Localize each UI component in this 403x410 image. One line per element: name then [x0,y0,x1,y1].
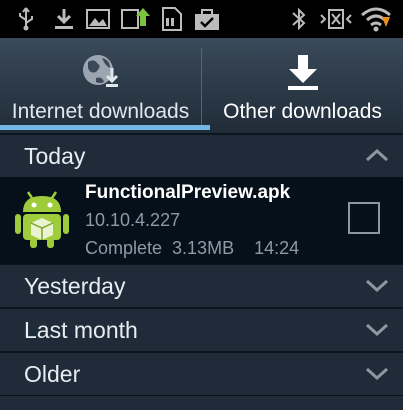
group-today[interactable]: Today [0,135,403,178]
download-icon [286,52,320,92]
chevron-down-icon [365,321,389,342]
chevron-down-icon [365,277,389,298]
wifi-icon [358,0,394,38]
bag-check-icon [192,0,222,38]
group-last-month[interactable]: Last month [0,309,403,352]
group-yesterday-label: Yesterday [24,272,126,299]
image-icon [84,0,112,38]
group-older-label: Older [24,360,81,387]
download-notification-icon [52,0,76,38]
vibrate-icon [318,0,354,38]
tab-internet-downloads-label: Internet downloads [11,100,190,123]
android-apk-icon [15,188,69,255]
group-last-month-label: Last month [24,316,138,343]
download-status: Complete 3.13MB 14:24 [85,238,300,258]
bluetooth-icon [288,0,310,38]
tab-other-downloads-label: Other downloads [223,100,382,123]
chevron-up-icon [365,147,389,168]
group-older[interactable]: Older [0,353,403,396]
group-today-label: Today [24,142,86,169]
download-tabs: Internet downloads Other downloads [0,38,403,133]
tab-internet-downloads[interactable]: Internet downloads [0,38,201,133]
download-version: 10.10.4.227 [85,210,181,230]
group-yesterday[interactable]: Yesterday [0,265,403,308]
share-icon [120,0,150,38]
tab-other-downloads[interactable]: Other downloads [202,38,403,133]
sd-card-icon [158,0,184,38]
usb-icon [14,0,38,38]
chevron-down-icon [365,365,389,386]
download-file-name: FunctionalPreview.apk [85,182,291,203]
status-bar [0,0,403,38]
list-footer [0,396,403,410]
selected-tab-indicator [0,125,210,130]
download-select-checkbox[interactable] [348,202,380,234]
globe-download-icon [78,52,124,92]
